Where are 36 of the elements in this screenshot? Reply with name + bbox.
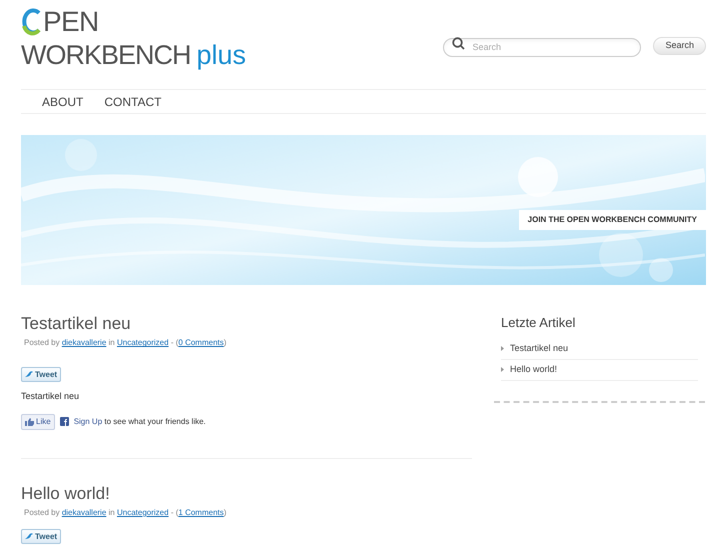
post-meta: Posted by diekavallerie in Uncategorized - (0 Comments) (24, 337, 228, 350)
ring-icon (21, 8, 43, 36)
triangle-icon (501, 346, 504, 351)
recent-post-link[interactable]: Testartikel neu (501, 338, 698, 360)
recent-post-link[interactable]: Hello world! (501, 360, 698, 380)
search-field[interactable]: Search (443, 38, 642, 56)
bird-icon (25, 371, 33, 378)
category-link[interactable]: Uncategorized (116, 338, 169, 348)
thumbs-up-icon (25, 418, 34, 426)
comments-link[interactable]: 0 Comments (178, 338, 224, 348)
logo-text: WORKBENCH (21, 42, 191, 69)
post-meta: Posted by diekavallerie in Uncategorized - (1 Comments) (24, 507, 228, 519)
logo-text: PEN (43, 8, 98, 36)
category-link[interactable]: Uncategorized (116, 508, 169, 517)
search-button[interactable]: Search (653, 37, 706, 55)
banner-caption[interactable]: JOIN THE OPEN WORKBENCH COMMUNITY (518, 210, 706, 230)
nav-link[interactable]: CONTACT (104, 92, 162, 110)
search-icon (452, 37, 466, 50)
logo-suffix: plus (196, 42, 246, 69)
like-button[interactable]: Like (21, 414, 55, 430)
sign-up-link[interactable]: Sign Up (74, 416, 102, 426)
bird-icon (25, 533, 33, 540)
triangle-icon (501, 367, 504, 372)
author-link[interactable]: diekavallerie (62, 338, 106, 348)
sidebar-title: Letzte Artikel (500, 314, 576, 332)
post-title[interactable]: Testartikel neu (21, 313, 472, 334)
author-link[interactable]: diekavallerie (62, 508, 106, 517)
facebook-icon (60, 417, 69, 426)
facebook-prompt: Sign Up to see what your friends like. (74, 416, 206, 428)
tweet-button[interactable]: Tweet (21, 529, 62, 544)
post-title[interactable]: Hello world! (21, 482, 472, 504)
site-logo[interactable]: PEN WORKBENCH plus (21, 8, 246, 69)
post-body: Testartikel neu (21, 390, 80, 404)
tweet-button[interactable]: Tweet (21, 367, 62, 382)
comments-link[interactable]: 1 Comments (178, 508, 224, 517)
nav-link[interactable]: ABOUT (42, 92, 84, 110)
